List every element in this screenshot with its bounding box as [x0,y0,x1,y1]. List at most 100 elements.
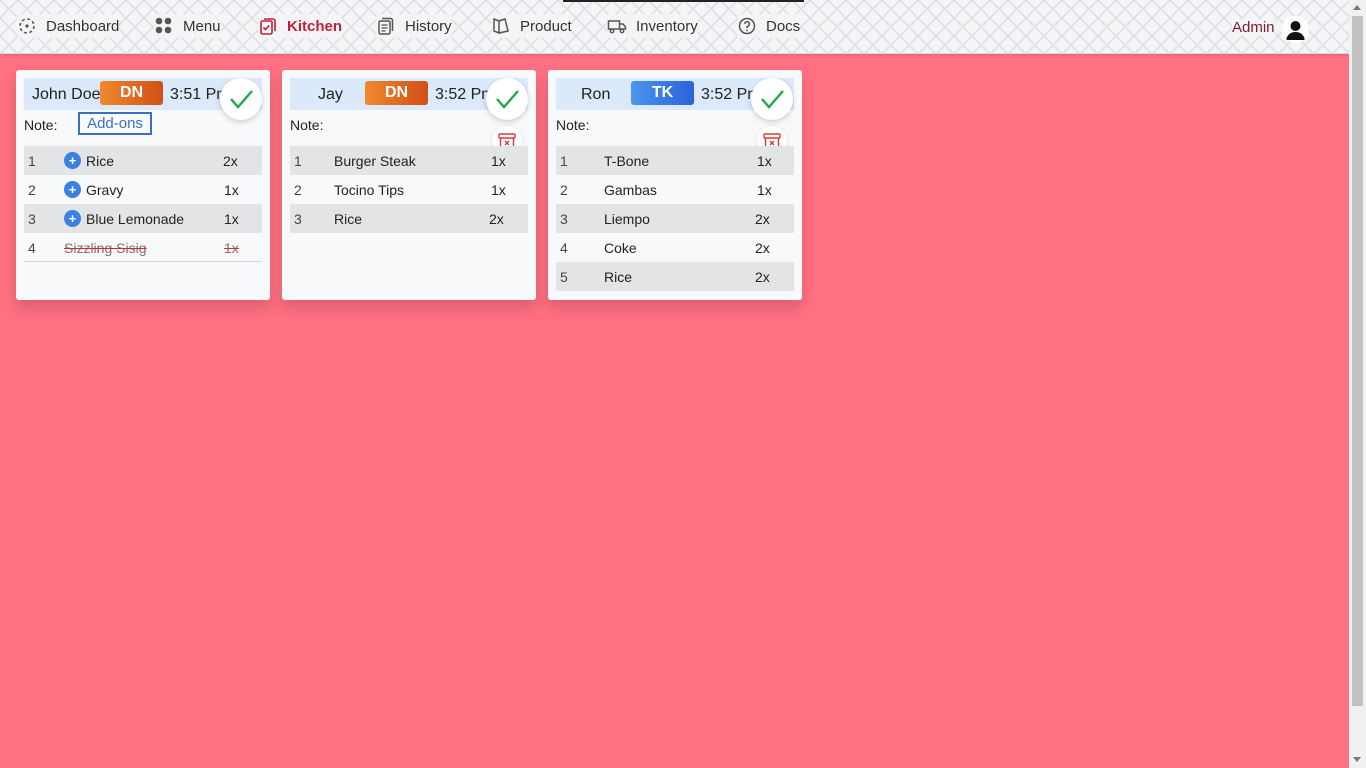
item-number: 5 [560,269,568,285]
nav-dashboard[interactable]: Dashboard [17,14,120,38]
item-name: Tocino Tips [334,182,405,198]
complete-order-button[interactable] [220,78,262,120]
item-number: 4 [28,240,36,256]
item-quantity: 1x [757,182,772,198]
item-quantity: 2x [755,240,770,256]
nav-docs[interactable]: Docs [737,14,801,38]
addon-plus-icon: + [64,210,81,227]
item-name: Coke [604,240,637,256]
item-quantity: 2x [223,153,238,169]
item-name: Gravy [86,182,124,198]
complete-order-button[interactable] [751,78,793,120]
grid-icon [155,17,172,34]
nav-product-label: Product [520,17,572,35]
item-name: T-Bone [604,153,650,169]
note-label: Note: [290,117,324,133]
item-quantity: 1x [491,153,506,169]
page-scrollbar[interactable] [1349,0,1366,768]
nav-docs-label: Docs [766,17,801,35]
item-quantity: 2x [755,211,770,227]
order-item-row[interactable]: 2 Gambas 1x [556,175,794,204]
addons-button[interactable]: Add-ons [78,112,152,135]
order-item-row[interactable]: 1 Burger Steak 1x [290,146,528,175]
scroll-down-arrow-icon[interactable] [1353,757,1361,762]
help-circle-icon [738,17,756,35]
item-number: 3 [294,211,302,227]
customer-name: Ron [581,86,611,103]
order-item-row[interactable]: 2 Tocino Tips 1x [290,175,528,204]
order-type-badge: DN [100,81,163,105]
order-item-row[interactable]: 3 Liempo 2x [556,204,794,233]
customer-name: John Doe [32,86,101,103]
nav-history[interactable]: History [376,14,452,38]
item-name: Burger Steak [334,153,416,169]
item-name: Blue Lemonade [86,211,185,227]
dashboard-icon [19,18,35,34]
item-number: 1 [294,153,302,169]
addon-plus-icon: + [64,181,81,198]
order-item-row[interactable]: 1 + Rice 2x [24,146,262,175]
order-type-badge: DN [365,81,428,105]
order-card: Jay DN 3:52 Pm Note: 1 Burger Steak 1x 2… [282,70,536,300]
note-label: Note: [556,117,590,133]
order-item-row[interactable]: 4 Coke 2x [556,233,794,262]
note-label: Note: [24,117,58,133]
complete-order-button[interactable] [486,78,528,120]
nav-inventory[interactable]: Inventory [607,14,698,38]
nav-menu-label: Menu [183,17,221,35]
item-quantity: 1x [224,182,239,198]
nav-kitchen[interactable]: Kitchen [258,14,343,38]
order-item-row[interactable]: 2 + Gravy 1x [24,175,262,204]
item-number: 3 [560,211,568,227]
item-name: Liempo [604,211,650,227]
addon-plus-icon: + [64,152,81,169]
item-name: Sizzling Sisig [64,240,147,256]
check-icon [761,90,784,109]
order-item-row-voided[interactable]: 4 Sizzling Sisig 1x [24,233,262,262]
nav-inventory-label: Inventory [636,17,698,35]
item-number: 1 [560,153,568,169]
item-quantity: 1x [757,153,772,169]
order-type-badge: TK [631,81,694,105]
clipboard-check-icon [260,18,276,35]
truck-icon [607,20,627,34]
nav-dashboard-label: Dashboard [46,17,120,35]
user-icon [1282,16,1309,43]
nav-menu[interactable]: Menu [154,14,221,38]
order-item-row[interactable]: 3 Rice 2x [290,204,528,233]
item-quantity: 1x [224,211,239,227]
customer-name: Jay [318,86,343,103]
avatar[interactable] [1282,16,1309,43]
item-name: Rice [334,211,363,227]
check-icon [496,90,519,109]
item-number: 2 [560,182,568,198]
order-items: 1 + Rice 2x 2 + Gravy 1x 3 + Blue Lemona… [24,146,262,262]
scroll-thumb[interactable] [1352,16,1363,706]
item-number: 2 [294,182,302,198]
top-navbar: Dashboard Menu Kitchen History Product I… [0,0,1349,54]
item-name: Rice [604,269,633,285]
order-items: 1 Burger Steak 1x 2 Tocino Tips 1x 3 Ric… [290,146,528,233]
item-number: 4 [560,240,568,256]
nav-product[interactable]: Product [491,14,572,38]
order-item-row[interactable]: 5 Rice 2x [556,262,794,291]
order-items: 1 T-Bone 1x 2 Gambas 1x 3 Liempo 2x 4 Co… [556,146,794,291]
item-quantity: 2x [489,211,504,227]
check-icon [230,90,253,109]
user-name[interactable]: Admin [1232,19,1275,36]
item-name: Gambas [604,182,657,198]
order-card: Ron TK 3:52 Pm Note: 1 T-Bone 1x 2 Gamba… [548,70,802,300]
nav-history-label: History [405,17,452,35]
product-icon [493,17,509,35]
order-item-row[interactable]: 1 T-Bone 1x [556,146,794,175]
item-quantity: 1x [491,182,506,198]
scroll-up-arrow-icon[interactable] [1353,5,1361,10]
item-quantity: 2x [755,269,770,285]
item-name: Rice [86,153,115,169]
order-card: John Doe DN 3:51 Pm Note: Add-ons 1 + Ri… [16,70,270,300]
copy-icon [378,17,394,35]
nav-kitchen-label: Kitchen [287,17,343,35]
active-tab-indicator [563,0,804,2]
order-item-row[interactable]: 3 + Blue Lemonade 1x [24,204,262,233]
item-number: 2 [28,182,36,198]
